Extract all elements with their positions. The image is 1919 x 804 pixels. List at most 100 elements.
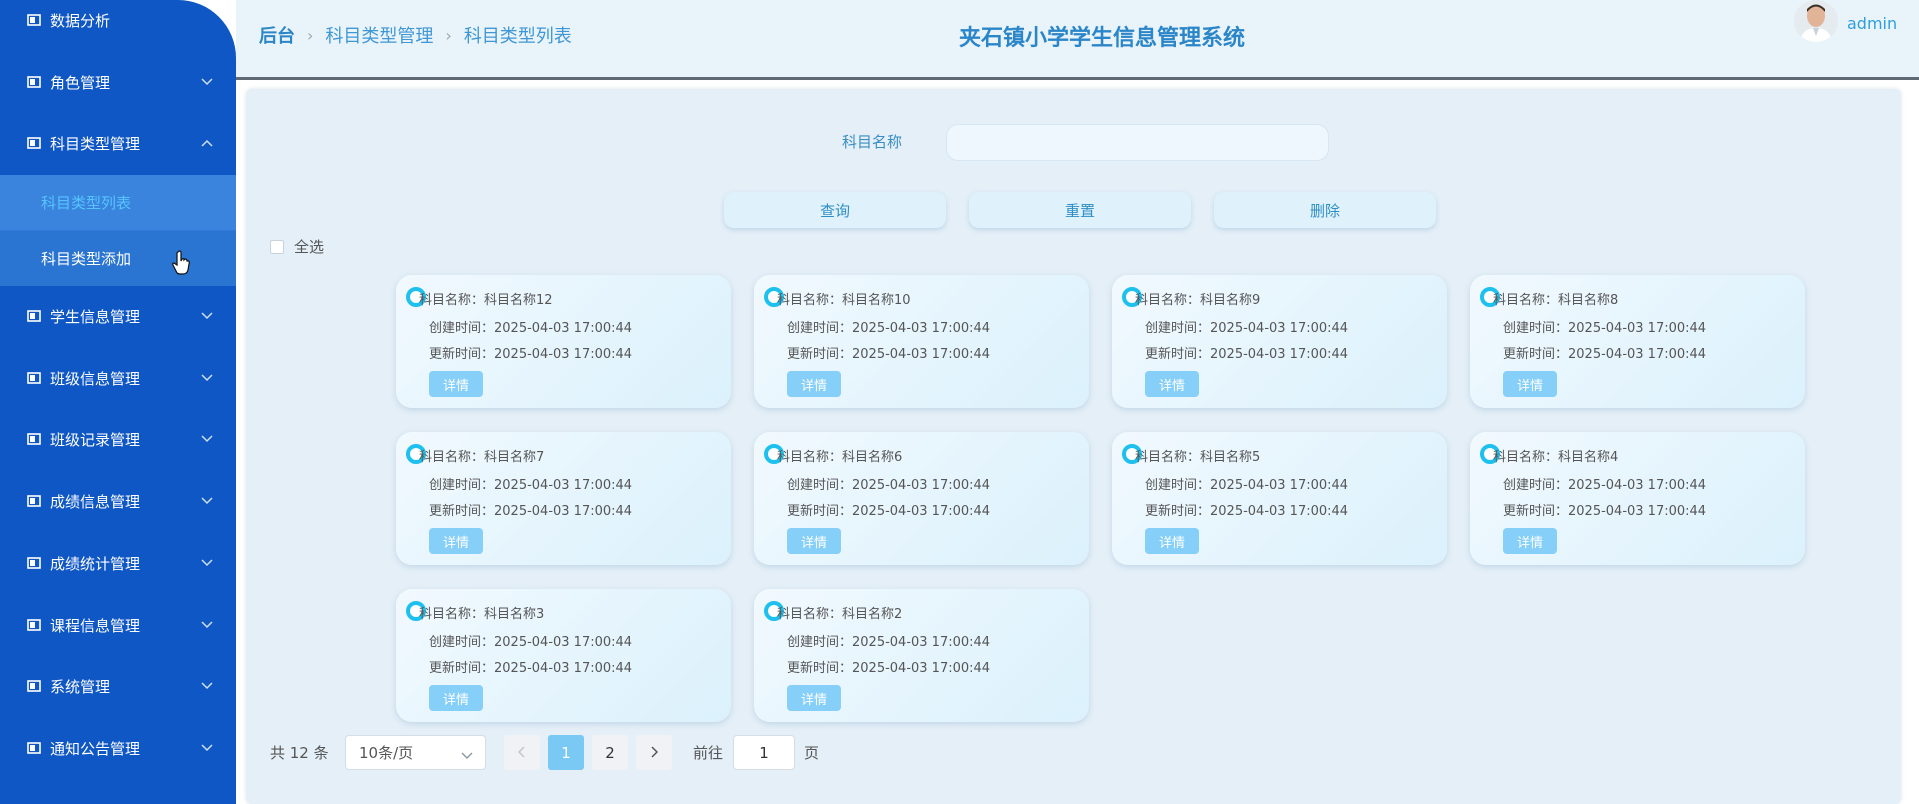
- pointer-cursor-icon: [172, 250, 190, 280]
- detail-button[interactable]: 详情: [787, 528, 841, 554]
- menu-icon: [27, 372, 41, 384]
- sidebar-item-label: 数据分析: [50, 11, 111, 30]
- sidebar-item-role-management[interactable]: 角色管理: [0, 64, 236, 100]
- sidebar-item-label: 系统管理: [50, 677, 111, 696]
- detail-button[interactable]: 详情: [1145, 528, 1199, 554]
- sidebar-subitem-label: 科目类型列表: [41, 194, 132, 212]
- menu-icon: [27, 619, 41, 631]
- subject-card: 科目名称：科目名称7 创建时间：2025-04-03 17:00:44 更新时间…: [396, 432, 731, 565]
- sidebar-item-subject-type-management[interactable]: 科目类型管理: [0, 125, 236, 161]
- chevron-right-icon: [650, 744, 659, 762]
- delete-button[interactable]: 删除: [1214, 192, 1436, 228]
- subject-card: 科目名称：科目名称12 创建时间：2025-04-03 17:00:44 更新时…: [396, 275, 731, 408]
- detail-button[interactable]: 详情: [787, 685, 841, 711]
- chevron-down-icon: [200, 432, 214, 446]
- select-all-checkbox[interactable]: [270, 239, 284, 254]
- sidebar-item-label: 角色管理: [50, 73, 111, 92]
- reset-button[interactable]: 重置: [969, 192, 1191, 228]
- card-created-time: 创建时间：2025-04-03 17:00:44: [1503, 321, 1707, 336]
- detail-button[interactable]: 详情: [1503, 528, 1557, 554]
- card-subject-name: 科目名称：科目名称2: [777, 607, 903, 622]
- sidebar-item-class-info[interactable]: 班级信息管理: [0, 360, 236, 396]
- top-header: 后台 › 科目类型管理 › 科目类型列表 夹石镇小学学生信息管理系统: [236, 0, 1919, 80]
- select-all-label: 全选: [294, 238, 325, 256]
- card-subject-name: 科目名称：科目名称12: [419, 293, 553, 308]
- next-page-button[interactable]: [636, 735, 672, 770]
- subject-card: 科目名称：科目名称3 创建时间：2025-04-03 17:00:44 更新时间…: [396, 589, 731, 722]
- sidebar-item-course-info[interactable]: 课程信息管理: [0, 607, 236, 643]
- detail-button[interactable]: 详情: [429, 371, 483, 397]
- card-updated-time: 更新时间：2025-04-03 17:00:44: [1503, 504, 1707, 519]
- subject-card: 科目名称：科目名称9 创建时间：2025-04-03 17:00:44 更新时间…: [1112, 275, 1447, 408]
- chevron-down-icon: [200, 309, 214, 323]
- chevron-down-icon: [461, 746, 473, 764]
- goto-page-input[interactable]: [733, 735, 795, 770]
- chevron-down-icon: [200, 741, 214, 755]
- goto-suffix: 页: [804, 744, 820, 762]
- detail-button[interactable]: 详情: [429, 685, 483, 711]
- page-2-button[interactable]: 2: [592, 735, 628, 770]
- avatar[interactable]: [1794, 0, 1838, 42]
- submenu-subject-type: 科目类型列表 科目类型添加: [0, 175, 236, 286]
- detail-button[interactable]: 详情: [787, 371, 841, 397]
- sidebar-item-label: 课程信息管理: [50, 616, 141, 635]
- page-size-value: 10条/页: [359, 744, 414, 762]
- card-updated-time: 更新时间：2025-04-03 17:00:44: [1145, 504, 1349, 519]
- card-subject-name: 科目名称：科目名称9: [1135, 293, 1261, 308]
- sidebar-item-label: 成绩统计管理: [50, 554, 141, 573]
- card-updated-time: 更新时间：2025-04-03 17:00:44: [1145, 347, 1349, 362]
- card-created-time: 创建时间：2025-04-03 17:00:44: [1145, 478, 1349, 493]
- detail-button[interactable]: 详情: [1503, 371, 1557, 397]
- subject-card: 科目名称：科目名称10 创建时间：2025-04-03 17:00:44 更新时…: [754, 275, 1089, 408]
- select-all[interactable]: 全选: [270, 236, 324, 257]
- card-created-time: 创建时间：2025-04-03 17:00:44: [429, 321, 633, 336]
- card-subject-name: 科目名称：科目名称10: [777, 293, 911, 308]
- card-updated-time: 更新时间：2025-04-03 17:00:44: [787, 504, 991, 519]
- subject-card: 科目名称：科目名称5 创建时间：2025-04-03 17:00:44 更新时间…: [1112, 432, 1447, 565]
- detail-button[interactable]: 详情: [1145, 371, 1199, 397]
- sidebar-subitem-subject-type-add[interactable]: 科目类型添加: [0, 231, 236, 286]
- subject-card: 科目名称：科目名称6 创建时间：2025-04-03 17:00:44 更新时间…: [754, 432, 1089, 565]
- chevron-down-icon: [200, 679, 214, 693]
- search-label: 科目名称: [842, 133, 903, 151]
- chevron-down-icon: [200, 494, 214, 508]
- card-subject-name: 科目名称：科目名称3: [419, 607, 545, 622]
- sidebar-item-grade-stats[interactable]: 成绩统计管理: [0, 545, 236, 581]
- sidebar-subitem-subject-type-list[interactable]: 科目类型列表: [0, 175, 236, 230]
- sidebar: 数据分析 角色管理 科目类型管理 科目类型列表 科目类型添加 学生信息管理 班级…: [0, 0, 236, 804]
- sidebar-item-data-analysis[interactable]: 数据分析: [0, 2, 236, 38]
- card-updated-time: 更新时间：2025-04-03 17:00:44: [429, 504, 633, 519]
- card-created-time: 创建时间：2025-04-03 17:00:44: [787, 478, 991, 493]
- sidebar-item-student-info[interactable]: 学生信息管理: [0, 298, 236, 334]
- sidebar-item-grade-info[interactable]: 成绩信息管理: [0, 483, 236, 519]
- card-created-time: 创建时间：2025-04-03 17:00:44: [787, 321, 991, 336]
- card-updated-time: 更新时间：2025-04-03 17:00:44: [1503, 347, 1707, 362]
- goto-label: 前往: [693, 744, 724, 762]
- detail-button[interactable]: 详情: [429, 528, 483, 554]
- menu-icon: [27, 433, 41, 445]
- page-1-button[interactable]: 1: [548, 735, 584, 770]
- chevron-left-icon: [517, 744, 526, 762]
- card-subject-name: 科目名称：科目名称8: [1493, 293, 1619, 308]
- card-updated-time: 更新时间：2025-04-03 17:00:44: [429, 347, 633, 362]
- sidebar-item-label: 科目类型管理: [50, 134, 141, 153]
- card-created-time: 创建时间：2025-04-03 17:00:44: [1503, 478, 1707, 493]
- card-created-time: 创建时间：2025-04-03 17:00:44: [1145, 321, 1349, 336]
- sidebar-item-class-records[interactable]: 班级记录管理: [0, 421, 236, 457]
- chevron-down-icon: [200, 556, 214, 570]
- menu-icon: [27, 76, 41, 88]
- card-created-time: 创建时间：2025-04-03 17:00:44: [429, 478, 633, 493]
- prev-page-button[interactable]: [504, 735, 540, 770]
- query-button[interactable]: 查询: [724, 192, 946, 228]
- menu-icon: [27, 495, 41, 507]
- chevron-down-icon: [200, 371, 214, 385]
- sidebar-item-system[interactable]: 系统管理: [0, 668, 236, 704]
- card-updated-time: 更新时间：2025-04-03 17:00:44: [429, 661, 633, 676]
- chevron-down-icon: [200, 75, 214, 89]
- card-created-time: 创建时间：2025-04-03 17:00:44: [787, 635, 991, 650]
- user-name[interactable]: admin: [1847, 14, 1897, 33]
- sidebar-item-announcements[interactable]: 通知公告管理: [0, 730, 236, 766]
- page-size-select[interactable]: 10条/页: [345, 735, 486, 770]
- card-subject-name: 科目名称：科目名称6: [777, 450, 903, 465]
- subject-name-search-input[interactable]: [946, 124, 1329, 161]
